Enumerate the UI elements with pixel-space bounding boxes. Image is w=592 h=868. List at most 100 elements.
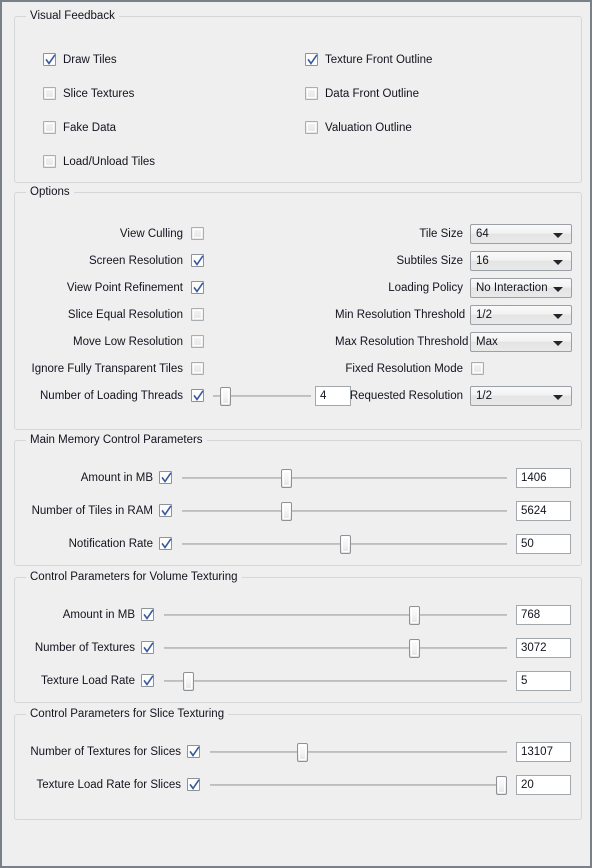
slider-notification-rate[interactable] (182, 534, 507, 554)
combo-value: 1/2 (476, 309, 492, 321)
checkbox-amount-in-mb-ram[interactable] (159, 471, 172, 484)
checkbox-slice-textures[interactable] (43, 87, 56, 100)
field-notification-rate[interactable]: 50 (516, 534, 571, 554)
group-title-slice-texturing: Control Parameters for Slice Texturing (26, 708, 229, 721)
combo-value: 1/2 (476, 390, 492, 402)
param-row-notification-rate[interactable]: Notification Rate 50 (23, 534, 573, 555)
slider-number-of-textures-for-slices[interactable] (210, 742, 507, 762)
combo-requested-resolution[interactable]: 1/2 (470, 386, 572, 406)
slider-texture-load-rate[interactable] (164, 671, 507, 691)
option-row-ignore-fully-transparent-tiles[interactable]: Ignore Fully Transparent Tiles (23, 360, 208, 378)
checkbox-number-of-textures-for-slices[interactable] (187, 745, 200, 758)
checkbox-view-point-refinement[interactable] (191, 281, 204, 294)
slider-track (164, 680, 507, 682)
option-row-number-of-loading-threads[interactable]: Number of Loading Threads 4 (23, 386, 351, 407)
option-row-tile-size[interactable]: Tile Size 64 (335, 224, 575, 245)
slider-thumb[interactable] (496, 776, 508, 795)
option-row-screen-resolution[interactable]: Screen Resolution (23, 252, 208, 270)
slider-number-of-tiles-in-ram[interactable] (182, 501, 507, 521)
check-mark-icon (193, 255, 204, 267)
checkbox-load-unload-tiles[interactable] (43, 155, 56, 168)
param-row-number-of-textures-for-slices[interactable]: Number of Textures for Slices 13107 (23, 742, 573, 763)
checkbox-number-of-loading-threads[interactable] (191, 389, 204, 402)
param-row-number-of-textures[interactable]: Number of Textures 3072 (23, 638, 573, 659)
option-row-view-culling[interactable]: View Culling (23, 225, 208, 243)
param-row-amount-in-mb-texture[interactable]: Amount in MB 768 (23, 605, 573, 626)
checkbox-draw-tiles[interactable] (43, 53, 56, 66)
checkbox-number-of-textures[interactable] (141, 641, 154, 654)
slider-number-of-loading-threads[interactable] (213, 386, 311, 406)
slider-thumb[interactable] (219, 387, 231, 406)
checkbox-screen-resolution[interactable] (191, 254, 204, 267)
chevron-down-icon (553, 287, 563, 292)
option-label-loading-policy: Loading Policy (388, 282, 463, 294)
combo-subtiles-size[interactable]: 16 (470, 251, 572, 271)
combo-tile-size[interactable]: 64 (470, 224, 572, 244)
option-row-loading-policy[interactable]: Loading Policy No Interaction (335, 278, 575, 299)
param-row-amount-in-mb-ram[interactable]: Amount in MB 1406 (23, 468, 573, 489)
check-mark-icon (143, 609, 154, 621)
option-row-max-resolution-threshold[interactable]: Max Resolution Threshold Max (335, 332, 575, 353)
checkbox-data-front-outline[interactable] (305, 87, 318, 100)
group-title-visual-feedback: Visual Feedback (26, 10, 119, 23)
field-amount-in-mb-ram[interactable]: 1406 (516, 468, 571, 488)
combo-min-resolution-threshold[interactable]: 1/2 (470, 305, 572, 325)
slider-amount-in-mb-ram[interactable] (182, 468, 507, 488)
checkbox-label-load-unload-tiles: Load/Unload Tiles (63, 156, 156, 168)
group-title-main-memory: Main Memory Control Parameters (26, 434, 207, 447)
option-label-view-culling: View Culling (119, 228, 183, 240)
checkbox-notification-rate[interactable] (159, 537, 172, 550)
checkbox-fake-data[interactable] (43, 121, 56, 134)
check-mark-icon (193, 282, 204, 294)
checkbox-amount-in-mb-texture[interactable] (141, 608, 154, 621)
group-visual-feedback: Visual Feedback Draw Tiles Slice Texture… (14, 10, 582, 183)
option-row-min-resolution-threshold[interactable]: Min Resolution Threshold 1/2 (335, 305, 575, 326)
slider-thumb[interactable] (409, 606, 421, 625)
checkbox-valuation-outline[interactable] (305, 121, 318, 134)
slider-track (210, 784, 507, 786)
checkbox-texture-load-rate-for-slices[interactable] (187, 778, 200, 791)
checkbox-view-culling[interactable] (191, 227, 204, 240)
checkbox-texture-load-rate[interactable] (141, 674, 154, 687)
checkbox-fixed-resolution-mode[interactable] (471, 362, 484, 375)
checkbox-number-of-tiles-in-ram[interactable] (159, 504, 172, 517)
slider-thumb[interactable] (281, 502, 292, 521)
option-row-slice-equal-resolution[interactable]: Slice Equal Resolution (23, 306, 208, 324)
option-row-fixed-resolution-mode[interactable]: Fixed Resolution Mode (335, 360, 575, 378)
combo-max-resolution-threshold[interactable]: Max (470, 332, 572, 352)
slider-amount-in-mb-texture[interactable] (164, 605, 507, 625)
param-row-texture-load-rate[interactable]: Texture Load Rate 5 (23, 671, 573, 692)
slider-number-of-textures[interactable] (164, 638, 507, 658)
field-number-of-textures[interactable]: 3072 (516, 638, 571, 658)
slider-thumb[interactable] (281, 469, 292, 488)
group-slice-texturing: Control Parameters for Slice Texturing N… (14, 708, 582, 820)
slider-thumb[interactable] (339, 535, 351, 554)
param-row-texture-load-rate-for-slices[interactable]: Texture Load Rate for Slices 20 (23, 775, 573, 796)
slider-track (164, 647, 507, 649)
field-number-of-textures-for-slices[interactable]: 13107 (516, 742, 571, 762)
option-row-view-point-refinement[interactable]: View Point Refinement (23, 279, 208, 297)
checkbox-slice-equal-resolution[interactable] (191, 308, 204, 321)
combo-value: 64 (476, 228, 489, 240)
slider-thumb[interactable] (409, 639, 421, 658)
group-volume-texturing: Control Parameters for Volume Texturing … (14, 571, 582, 703)
field-amount-in-mb-texture[interactable]: 768 (516, 605, 571, 625)
field-value: 1406 (521, 472, 547, 484)
param-row-number-of-tiles-in-ram[interactable]: Number of Tiles in RAM 5624 (23, 501, 573, 522)
slider-thumb[interactable] (297, 743, 309, 762)
field-texture-load-rate[interactable]: 5 (516, 671, 571, 691)
slider-thumb[interactable] (183, 672, 194, 691)
checkbox-move-low-resolution[interactable] (191, 335, 204, 348)
combo-loading-policy[interactable]: No Interaction (470, 278, 572, 298)
option-row-move-low-resolution[interactable]: Move Low Resolution (23, 333, 208, 351)
slider-texture-load-rate-for-slices[interactable] (210, 775, 508, 795)
option-row-subtiles-size[interactable]: Subtiles Size 16 (335, 251, 575, 272)
checkbox-ignore-fully-transparent-tiles[interactable] (191, 362, 204, 375)
checkbox-texture-front-outline[interactable] (305, 53, 318, 66)
param-label-number-of-tiles-in-ram: Number of Tiles in RAM (31, 505, 153, 517)
combo-value: 16 (476, 255, 489, 267)
field-number-of-tiles-in-ram[interactable]: 5624 (516, 501, 571, 521)
field-texture-load-rate-for-slices[interactable]: 20 (516, 775, 571, 795)
option-row-requested-resolution[interactable]: Requested Resolution 1/2 (335, 386, 575, 407)
field-value: 5 (521, 675, 528, 687)
